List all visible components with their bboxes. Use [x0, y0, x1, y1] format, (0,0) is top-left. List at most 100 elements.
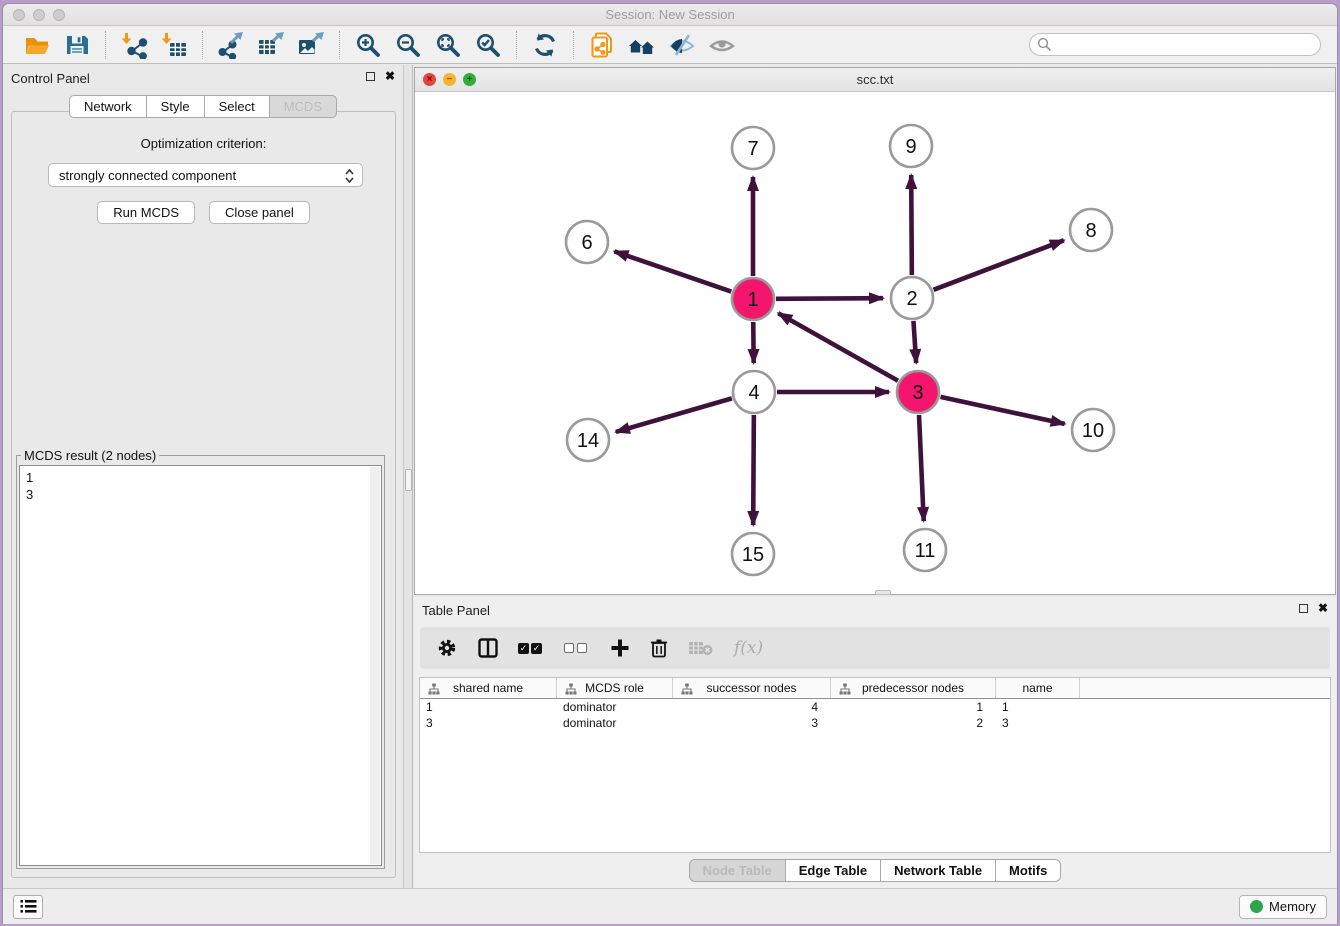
import-table-icon[interactable] — [158, 30, 190, 60]
unselect-all-icon[interactable] — [564, 633, 590, 663]
column-label: predecessor nodes — [862, 681, 964, 695]
run-mcds-button[interactable]: Run MCDS — [97, 201, 195, 224]
cell-shared-name[interactable]: 3 — [420, 716, 557, 730]
cell-successor-nodes[interactable]: 3 — [673, 716, 831, 730]
edge-2-9[interactable] — [911, 175, 912, 275]
tab-select[interactable]: Select — [205, 95, 270, 118]
cell-shared-name[interactable]: 1 — [420, 700, 557, 714]
delete-column-icon[interactable] — [650, 633, 668, 663]
zoom-view-button[interactable]: + — [463, 73, 476, 86]
close-panel-icon[interactable]: ✖ — [385, 71, 395, 81]
cell-name[interactable]: 1 — [996, 700, 1080, 714]
mcds-result-area[interactable]: 1 3 — [19, 465, 382, 866]
hierarchy-sort-icon — [681, 683, 693, 695]
column-header-predecessor-nodes[interactable]: predecessor nodes — [831, 678, 996, 698]
memory-button[interactable]: Memory — [1239, 895, 1327, 919]
cell-MCDS-role[interactable]: dominator — [557, 700, 673, 714]
export-image-icon[interactable] — [295, 30, 327, 60]
node-label-3: 3 — [912, 382, 923, 404]
cell-successor-nodes[interactable]: 4 — [673, 700, 831, 714]
search-icon — [1037, 37, 1052, 52]
duplicate-network-icon[interactable] — [586, 30, 618, 60]
edge-2-8[interactable] — [934, 240, 1064, 290]
export-network-icon[interactable] — [215, 30, 247, 60]
tab-network[interactable]: Network — [69, 95, 147, 118]
node-table[interactable]: shared nameMCDS rolesuccessor nodes prede… — [419, 677, 1331, 853]
column-header-name[interactable]: name — [996, 678, 1080, 698]
table-tab-network-table[interactable]: Network Table — [881, 859, 996, 882]
result-scrollbar[interactable] — [370, 467, 380, 864]
add-column-icon[interactable] — [610, 633, 630, 663]
first-neighbors-icon[interactable] — [626, 30, 658, 60]
table-tab-edge-table[interactable]: Edge Table — [786, 859, 881, 882]
import-network-icon[interactable] — [118, 30, 150, 60]
edge-4-15[interactable] — [753, 415, 754, 525]
hide-selected-icon[interactable] — [666, 30, 698, 60]
column-header-shared-name[interactable]: shared name — [420, 678, 557, 698]
task-list-icon — [20, 899, 37, 914]
columns-icon[interactable] — [478, 633, 498, 663]
criterion-dropdown[interactable]: strongly connected component — [48, 163, 363, 187]
edge-2-3[interactable] — [913, 321, 916, 363]
close-view-button[interactable]: × — [423, 73, 436, 86]
memory-button-label: Memory — [1269, 899, 1316, 914]
show-all-icon[interactable] — [706, 30, 738, 60]
maximize-window-button[interactable] — [53, 9, 65, 21]
float-panel-icon[interactable] — [366, 72, 375, 81]
task-history-button[interactable] — [13, 895, 43, 919]
zoom-fit-icon[interactable] — [432, 30, 464, 60]
node-label-10: 10 — [1082, 420, 1104, 442]
cell-predecessor-nodes[interactable]: 2 — [831, 716, 996, 730]
refresh-view-icon[interactable] — [529, 30, 561, 60]
node-label-6: 6 — [581, 232, 592, 254]
os-titlebar: Session: New Session — [3, 4, 1337, 26]
edge-4-14[interactable] — [616, 398, 732, 432]
export-table-icon[interactable] — [255, 30, 287, 60]
gear-icon[interactable] — [436, 633, 458, 663]
cell-predecessor-nodes[interactable]: 1 — [831, 700, 996, 714]
window-controls[interactable] — [13, 9, 65, 21]
network-canvas[interactable]: 7968124314101511 — [415, 92, 1335, 594]
column-label: name — [1022, 681, 1052, 695]
column-header-MCDS-role[interactable]: MCDS role — [557, 678, 673, 698]
edge-3-1[interactable] — [778, 313, 898, 380]
table-tab-node-table[interactable]: Node Table — [689, 859, 786, 882]
edge-1-2[interactable] — [776, 298, 883, 299]
tab-style[interactable]: Style — [147, 95, 205, 118]
network-resize-grip[interactable] — [875, 590, 891, 595]
memory-status-icon — [1250, 900, 1263, 913]
control-panel-header: Control Panel ✖ — [3, 65, 403, 91]
table-row[interactable]: 3dominator323 — [420, 715, 1330, 731]
close-window-button[interactable] — [13, 9, 25, 21]
edge-1-6[interactable] — [614, 251, 731, 291]
search-field[interactable] — [1029, 33, 1321, 56]
window-title: Session: New Session — [3, 4, 1337, 26]
minimize-view-button[interactable]: − — [443, 73, 456, 86]
open-session-icon[interactable] — [21, 30, 53, 60]
column-header-successor-nodes[interactable]: successor nodes — [673, 678, 831, 698]
node-label-14: 14 — [577, 430, 599, 452]
select-all-icon[interactable]: ✓✓ — [518, 633, 544, 663]
zoom-in-icon[interactable] — [352, 30, 384, 60]
toolbar-separator — [202, 31, 203, 59]
zoom-selected-icon[interactable] — [472, 30, 504, 60]
table-row[interactable]: 1dominator411 — [420, 699, 1330, 715]
node-label-1: 1 — [747, 289, 758, 311]
search-input[interactable] — [1029, 33, 1321, 56]
close-panel-button[interactable]: Close panel — [209, 201, 310, 224]
tab-mcds[interactable]: MCDS — [270, 95, 337, 118]
minimize-window-button[interactable] — [33, 9, 45, 21]
cell-MCDS-role[interactable]: dominator — [557, 716, 673, 730]
save-session-icon[interactable] — [61, 30, 93, 60]
panel-splitter[interactable] — [403, 65, 413, 888]
edge-3-11[interactable] — [919, 415, 924, 521]
network-graph[interactable]: 7968124314101511 — [415, 92, 1335, 594]
zoom-out-icon[interactable] — [392, 30, 424, 60]
table-tab-motifs[interactable]: Motifs — [996, 859, 1061, 882]
cell-name[interactable]: 3 — [996, 716, 1080, 730]
splitter-grip[interactable] — [405, 469, 412, 491]
edge-3-10[interactable] — [940, 397, 1064, 424]
close-table-panel-icon[interactable]: ✖ — [1318, 603, 1328, 613]
network-window-controls[interactable]: × − + — [423, 73, 476, 86]
float-table-panel-icon[interactable] — [1299, 604, 1308, 613]
